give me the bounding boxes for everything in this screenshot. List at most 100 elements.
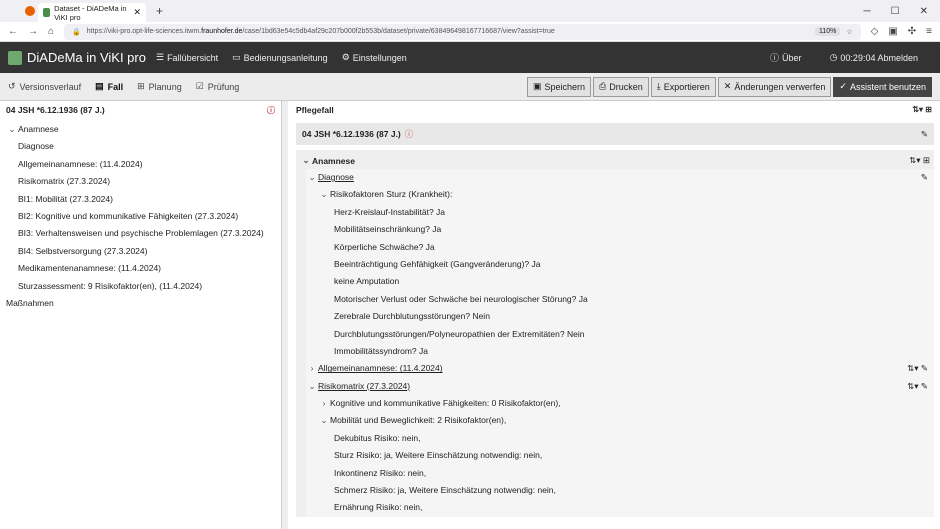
tree-item[interactable]: Risikomatrix (27.3.2024) <box>6 173 275 190</box>
extension-icon[interactable]: ▣ <box>888 26 897 37</box>
book-icon: ▭ <box>232 52 241 62</box>
export-button[interactable]: ⤓ Exportieren <box>650 76 716 97</box>
minimize-icon[interactable]: ─ <box>864 6 871 17</box>
sort-edit-icons[interactable]: ⇅▾ ✎ <box>907 360 934 377</box>
row-label: Mobilität und Beweglichkeit: 2 Risikofak… <box>330 415 507 426</box>
detail-item: Herz-Kreislauf-Instabilität? Ja <box>334 206 446 217</box>
tree-item[interactable]: BI3: Verhaltensweisen und psychische Pro… <box>6 225 275 242</box>
allgemein-row[interactable]: › Allgemeinanamnese: (11.4.2024) ⇅▾ ✎ <box>306 360 934 377</box>
chevron-right-icon: › <box>322 398 326 409</box>
firefox-icon[interactable] <box>25 6 35 16</box>
brand-name[interactable]: DiADeMa in ViKI pro <box>27 50 146 65</box>
logout-timer[interactable]: ◷ 00:29:04 Abmelden <box>830 51 918 64</box>
menu-label: Einstellungen <box>352 52 407 63</box>
detail-item: Durchblutungsstörungen/Polyneuropathien … <box>334 328 585 339</box>
menu-fall-overview[interactable]: ☰ Fallübersicht <box>156 52 218 63</box>
save-button[interactable]: ▣ Speichern <box>527 76 592 97</box>
print-icon: ⎙ <box>599 81 607 91</box>
detail-item: Beeinträchtigung Gehfähigkeit (Gangverän… <box>334 258 541 269</box>
anamnese-section: ⌄ Anamnese ⇅▾ ⊞ ⌄ Diagnose ✎ ⌄ Risikofaktoren… <box>296 150 934 517</box>
tab-fall[interactable]: ▤ Fall <box>95 81 123 92</box>
maximize-icon[interactable]: ☐ <box>891 6 900 17</box>
back-icon[interactable]: ← <box>8 26 18 37</box>
close-window-icon[interactable]: ✕ <box>920 6 928 17</box>
url-prefix: https://viki-pro.opt-life-sciences.itwm. <box>86 28 202 35</box>
edit-icon[interactable]: ✎ <box>921 129 928 140</box>
row-label: Risikofaktoren Sturz (Krankheit): <box>330 189 453 200</box>
tab-pruefung[interactable]: ☑ Prüfung <box>196 81 240 92</box>
tree-massnahmen[interactable]: Maßnahmen <box>6 295 275 312</box>
app-header: DiADeMa in ViKI pro ☰ Fallübersicht ▭ Bedi… <box>0 42 940 73</box>
tab-label: Planung <box>148 81 182 92</box>
about-link[interactable]: ⓘ Über <box>770 51 802 64</box>
diagnose-row[interactable]: ⌄ Diagnose ✎ <box>306 169 934 186</box>
url-path: /case/1bd63e54c5db4af29c207b000f2b553b/d… <box>242 28 555 35</box>
tab-planung[interactable]: ⊞ Planung <box>137 81 182 92</box>
edit-icon[interactable]: ✎ <box>921 169 934 186</box>
tree-item[interactable]: BI1: Mobilität (27.3.2024) <box>6 191 275 208</box>
left-tree-panel: 04 JSH *6.12.1936 (87 J.) ⓘ ⌄ Anamnese Dia… <box>0 101 282 529</box>
detail-item: Motorischer Verlust oder Schwäche bei ne… <box>334 293 588 304</box>
chevron-down-icon: ⌄ <box>308 172 316 182</box>
mobil-row[interactable]: ⌄ Mobilität und Beweglichkeit: 2 Risikofa… <box>306 412 934 429</box>
tab-label: Prüfung <box>207 81 240 92</box>
patient-title[interactable]: 04 JSH *6.12.1936 (87 J.) <box>6 105 105 116</box>
tree-label: Anamnese <box>18 124 59 134</box>
print-button[interactable]: ⎙ Drucken <box>593 76 649 97</box>
chevron-down-icon: ⌄ <box>320 415 328 426</box>
tree-item[interactable]: Sturzassessment: 9 Risikofaktor(en), (11… <box>6 278 275 295</box>
home-icon[interactable]: ⌂ <box>48 26 54 37</box>
risk-group-row[interactable]: ⌄ Risikofaktoren Sturz (Krankheit): <box>306 186 934 203</box>
lock-icon: 🔒 <box>72 28 81 36</box>
detail-item: keine Amputation <box>334 276 400 287</box>
kognitiv-row[interactable]: › Kognitive und kommunikative Fähigkeiten… <box>306 395 934 412</box>
tab-versionsverlauf[interactable]: ↺ Versionsverlauf <box>8 81 81 92</box>
tree-anamnese[interactable]: ⌄ Anamnese <box>6 121 275 138</box>
tree-item[interactable]: BI2: Kognitive und kommunikative Fähigke… <box>6 208 275 225</box>
about-label: Über <box>782 52 802 63</box>
forward-icon[interactable]: → <box>28 26 38 37</box>
clipboard-icon: ▤ <box>95 81 104 91</box>
tab-favicon-icon <box>43 8 51 17</box>
sort-edit-icons[interactable]: ⇅▾ ✎ <box>907 378 934 395</box>
tab-close-icon[interactable]: ✕ <box>133 7 141 18</box>
menu-settings[interactable]: ⚙ Einstellungen <box>342 52 407 63</box>
detail-item: Körperliche Schwäche? Ja <box>334 241 435 252</box>
sort-add-icons[interactable]: ⇅▾ ⊞ <box>909 155 930 166</box>
assistant-button[interactable]: ✓ Assistent benutzen <box>833 76 932 97</box>
plus-box-icon: ⊞ <box>137 81 145 91</box>
detail-item: Ernährung Risiko: nein, <box>334 502 423 513</box>
browser-tab[interactable]: Dataset - DiADeMa in ViKI pro ✕ <box>38 3 146 22</box>
zoom-level[interactable]: 110% <box>814 27 841 36</box>
tree-item[interactable]: BI4: Selbstversorgung (27.3.2024) <box>6 243 275 260</box>
check-circle-icon: ✓ <box>839 81 847 91</box>
url-bar[interactable]: 🔒 https://viki-pro.opt-life-sciences.itw… <box>64 23 861 40</box>
btn-label: Assistent benutzen <box>849 81 926 92</box>
detail-item: Mobilitätseinschränkung? Ja <box>334 224 442 235</box>
bookmark-star-icon[interactable]: ☆ <box>846 28 852 36</box>
history-icon: ↺ <box>8 81 16 91</box>
discard-button[interactable]: ✕ Änderungen verwerfen <box>717 76 832 97</box>
chevron-right-icon: › <box>310 363 314 374</box>
sort-add-icons[interactable]: ⇅▾ ⊞ <box>912 105 932 114</box>
tab-label: Fall <box>107 81 124 92</box>
row-label: Allgemeinanamnese: (11.4.2024) <box>318 363 443 374</box>
chevron-down-icon: ⌄ <box>308 380 316 391</box>
right-detail-panel: Pflegefall ⇅▾ ⊞ 04 JSH *6.12.1936 (87 J.)… <box>288 101 940 529</box>
menu-icon[interactable]: ≡ <box>926 26 932 37</box>
risikomatrix-row[interactable]: ⌄ Risikomatrix (27.3.2024) ⇅▾ ✎ <box>306 378 934 395</box>
tree-item[interactable]: Medikamentenanamnese: (11.4.2024) <box>6 260 275 277</box>
menu-manual[interactable]: ▭ Bedienungsanleitung <box>232 52 328 63</box>
new-tab-icon[interactable]: + <box>156 4 163 18</box>
detail-item: Sturz Risiko: ja, Weitere Einschätzung n… <box>334 450 543 461</box>
tree-item[interactable]: Diagnose <box>6 138 275 155</box>
list-icon: ☰ <box>155 52 165 62</box>
timer-label: 00:29:04 Abmelden <box>840 52 918 63</box>
section-title: Anamnese <box>312 155 355 166</box>
tab-title: Dataset - DiADeMa in ViKI pro <box>54 3 127 22</box>
btn-label: Exportieren <box>663 81 710 92</box>
tree-item[interactable]: Allgemeinanamnese: (11.4.2024) <box>6 156 275 173</box>
pocket-icon[interactable]: ◇ <box>871 26 879 37</box>
chevron-down-icon[interactable]: ⌄ <box>300 155 312 166</box>
extensions-puzzle-icon[interactable]: ✣ <box>908 26 916 37</box>
